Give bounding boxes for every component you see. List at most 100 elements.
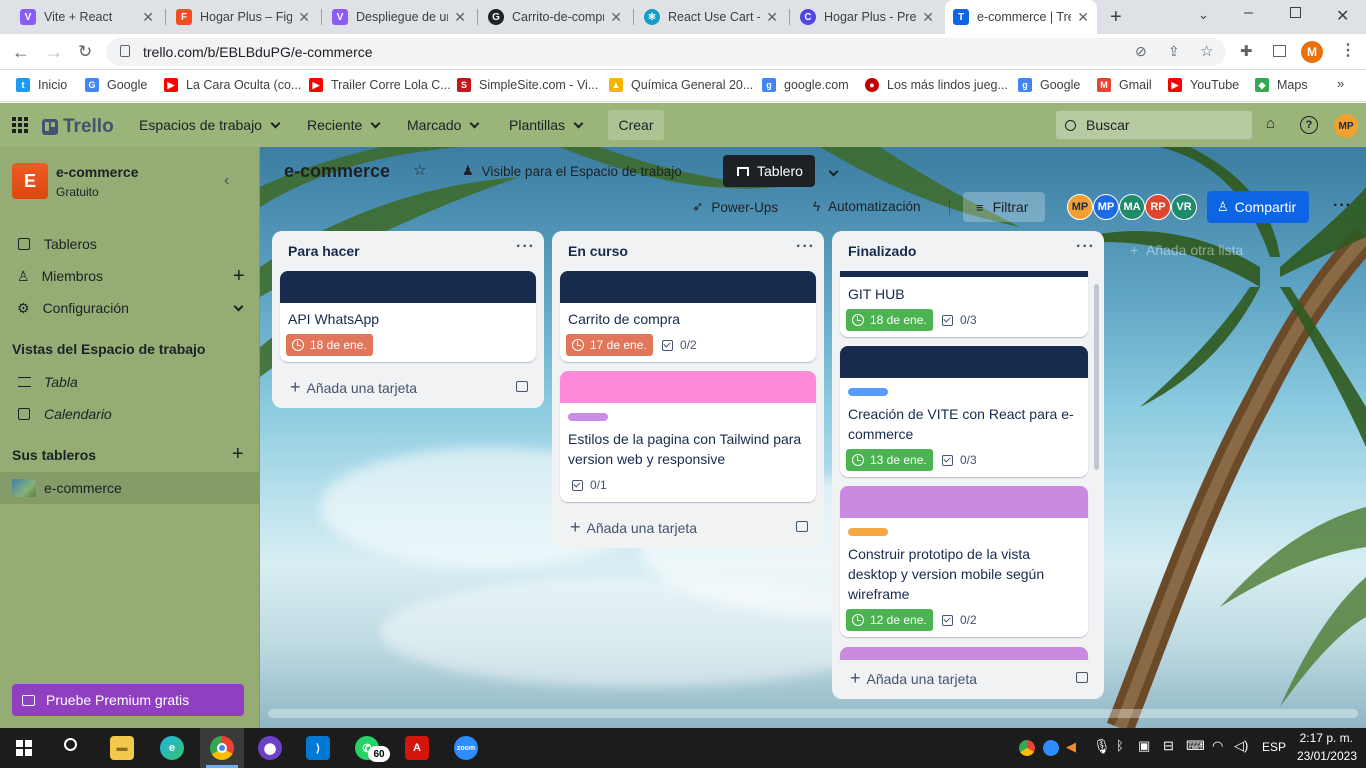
list-title[interactable]: Para hacer xyxy=(288,243,360,259)
card[interactable]: Creación de VITE con React para e-commer… xyxy=(840,346,1088,477)
more-bookmarks-icon[interactable]: » xyxy=(1337,76,1344,91)
zoom-icon[interactable]: zoom xyxy=(454,736,478,760)
reload-icon[interactable]: ↻ xyxy=(78,42,92,62)
wifi-icon[interactable]: ◠ xyxy=(1212,738,1223,754)
card-template-icon[interactable] xyxy=(1076,672,1088,683)
back-icon[interactable]: ← xyxy=(12,42,30,63)
side-panel-icon[interactable] xyxy=(1273,45,1286,57)
nav-starred[interactable]: Marcado xyxy=(407,114,480,136)
close-icon[interactable]: ✕ xyxy=(922,9,934,26)
windows-start-icon[interactable] xyxy=(16,740,32,756)
due-date-badge[interactable]: 17 de ene. xyxy=(566,334,653,356)
clock-date[interactable]: 23/01/2023 xyxy=(1289,749,1357,763)
browser-tab[interactable]: C Hogar Plus - Prese ✕ xyxy=(792,0,942,34)
close-icon[interactable]: ✕ xyxy=(142,9,154,26)
member-avatar[interactable]: MP xyxy=(1067,194,1093,220)
help-icon[interactable]: ? xyxy=(1300,116,1318,134)
workspace-name[interactable]: e-commerce xyxy=(56,164,139,180)
bookmark[interactable]: ▶ YouTube xyxy=(1168,76,1239,94)
card[interactable]: Estilos de la pagina con Tailwind para v… xyxy=(560,371,816,502)
microphone-icon[interactable]: 🎙 xyxy=(1093,738,1111,755)
due-date-badge[interactable]: 12 de ene. xyxy=(846,609,933,631)
hide-icon[interactable]: ⊘ xyxy=(1135,43,1147,60)
volume-icon[interactable]: ◁) xyxy=(1234,738,1248,754)
maximize-button[interactable] xyxy=(1290,7,1301,18)
close-icon[interactable]: ✕ xyxy=(298,9,310,26)
visibility-button[interactable]: ♟ Visible para el Espacio de trabajo xyxy=(462,163,682,179)
close-icon[interactable]: ✕ xyxy=(1077,9,1089,26)
clock-time[interactable]: 2:17 p. m. xyxy=(1299,731,1353,745)
powerups-button[interactable]: ➶ Power-Ups xyxy=(692,199,778,215)
add-card-button[interactable]: + Añada una tarjeta xyxy=(570,517,697,538)
board-view-button[interactable]: Tablero xyxy=(723,155,815,187)
card[interactable]: Carrito de compra 17 de ene. 0/2 xyxy=(560,271,816,362)
window-close-button[interactable]: ✕ xyxy=(1336,6,1349,26)
input-language[interactable]: ESP xyxy=(1262,740,1286,754)
list-title[interactable]: Finalizado xyxy=(848,243,916,259)
member-avatar[interactable]: VR xyxy=(1171,194,1197,220)
chrome-icon[interactable] xyxy=(210,736,234,760)
minimize-button[interactable]: – xyxy=(1244,4,1253,22)
add-card-button[interactable]: + Añada una tarjeta xyxy=(290,377,417,398)
tray-audio-app-icon[interactable]: ◀ xyxy=(1066,739,1076,755)
bookmark[interactable]: S SimpleSite.com - Vi... xyxy=(457,76,598,94)
tray-network-app-icon[interactable]: ▣ xyxy=(1138,738,1150,754)
bookmark[interactable]: ● Los más lindos jueg... xyxy=(865,76,1008,94)
tab-search-icon[interactable]: ⌄ xyxy=(1198,7,1209,23)
bookmark[interactable]: G Google xyxy=(85,76,147,94)
nav-templates[interactable]: Plantillas xyxy=(509,114,584,136)
sidebar-item-settings[interactable]: ⚙ Configuración xyxy=(0,292,259,324)
bookmark-star-icon[interactable]: ☆ xyxy=(1200,42,1213,60)
card[interactable]: Construir prototipo de la vista desktop … xyxy=(840,486,1088,637)
card[interactable]: GIT HUB 18 de ene. 0/3 xyxy=(840,271,1088,337)
list-scrollbar[interactable] xyxy=(1094,284,1099,470)
sidebar-item-table[interactable]: Tabla xyxy=(0,366,259,398)
browser-tab[interactable]: V Vite + React ✕ xyxy=(12,0,162,34)
browser-tab-active[interactable]: T e-commerce | Trello ✕ xyxy=(945,0,1097,34)
browser-tab[interactable]: ⚛ React Use Cart - n ✕ xyxy=(636,0,786,34)
sidebar-item-board-ecommerce[interactable]: e-commerce xyxy=(0,472,259,504)
vscode-icon[interactable]: ⟩ xyxy=(306,736,330,760)
due-date-badge[interactable]: 13 de ene. xyxy=(846,449,933,471)
trello-logo[interactable]: Trello xyxy=(42,116,114,138)
bookmark[interactable]: ◆ Maps xyxy=(1255,76,1308,94)
tray-display-icon[interactable]: ⊟ xyxy=(1163,738,1174,754)
bookmark[interactable]: g google.com xyxy=(762,76,849,94)
url-text[interactable]: trello.com/b/EBLBduPG/e-commerce xyxy=(143,44,373,60)
close-icon[interactable]: ✕ xyxy=(766,9,778,26)
member-avatar[interactable]: MP xyxy=(1093,194,1119,220)
add-list-button[interactable]: + Añada otra lista xyxy=(1130,242,1243,258)
create-button[interactable]: Crear xyxy=(608,110,664,140)
due-date-badge[interactable]: 18 de ene. xyxy=(286,334,373,356)
github-desktop-icon[interactable]: ⬤ xyxy=(258,736,282,760)
bookmark[interactable]: ▲ Química General 20... xyxy=(609,76,753,94)
sidebar-item-boards[interactable]: Tableros xyxy=(0,228,259,260)
add-member-icon[interactable]: + xyxy=(233,265,245,288)
nav-workspaces[interactable]: Espacios de trabajo xyxy=(139,114,281,136)
tray-chrome-icon[interactable] xyxy=(1019,740,1035,756)
search-icon[interactable] xyxy=(64,738,77,751)
forward-icon[interactable]: → xyxy=(45,42,63,63)
bookmark[interactable]: g Google xyxy=(1018,76,1080,94)
card-label[interactable] xyxy=(568,413,608,421)
bookmark[interactable]: t Inicio xyxy=(16,76,67,94)
notifications-icon[interactable]: ⌂ xyxy=(1266,115,1275,132)
bluetooth-icon[interactable]: ᛒ xyxy=(1116,738,1124,753)
file-explorer-icon[interactable]: ▬ xyxy=(110,736,134,760)
nav-recent[interactable]: Reciente xyxy=(307,114,381,136)
list-menu-icon[interactable]: ··· xyxy=(516,238,535,256)
card-label[interactable] xyxy=(848,528,888,536)
tray-keyboard-icon[interactable]: ⌨ xyxy=(1186,738,1205,754)
sidebar-item-members[interactable]: ♙ Miembros + xyxy=(0,260,259,292)
star-icon[interactable]: ☆ xyxy=(413,161,426,179)
browser-tab[interactable]: V Despliegue de una ✕ xyxy=(324,0,474,34)
list-menu-icon[interactable]: ··· xyxy=(796,238,815,256)
premium-button[interactable]: Pruebe Premium gratis xyxy=(12,684,244,716)
new-tab-button[interactable]: + xyxy=(1110,6,1122,29)
profile-avatar[interactable]: M xyxy=(1301,41,1323,63)
app-switcher-icon[interactable] xyxy=(12,117,28,133)
browser-tab[interactable]: G Carrito-de-compra ✕ xyxy=(480,0,630,34)
list-menu-icon[interactable]: ··· xyxy=(1076,238,1095,256)
extensions-icon[interactable]: ✚ xyxy=(1240,42,1253,60)
edge-icon[interactable]: e xyxy=(160,736,184,760)
